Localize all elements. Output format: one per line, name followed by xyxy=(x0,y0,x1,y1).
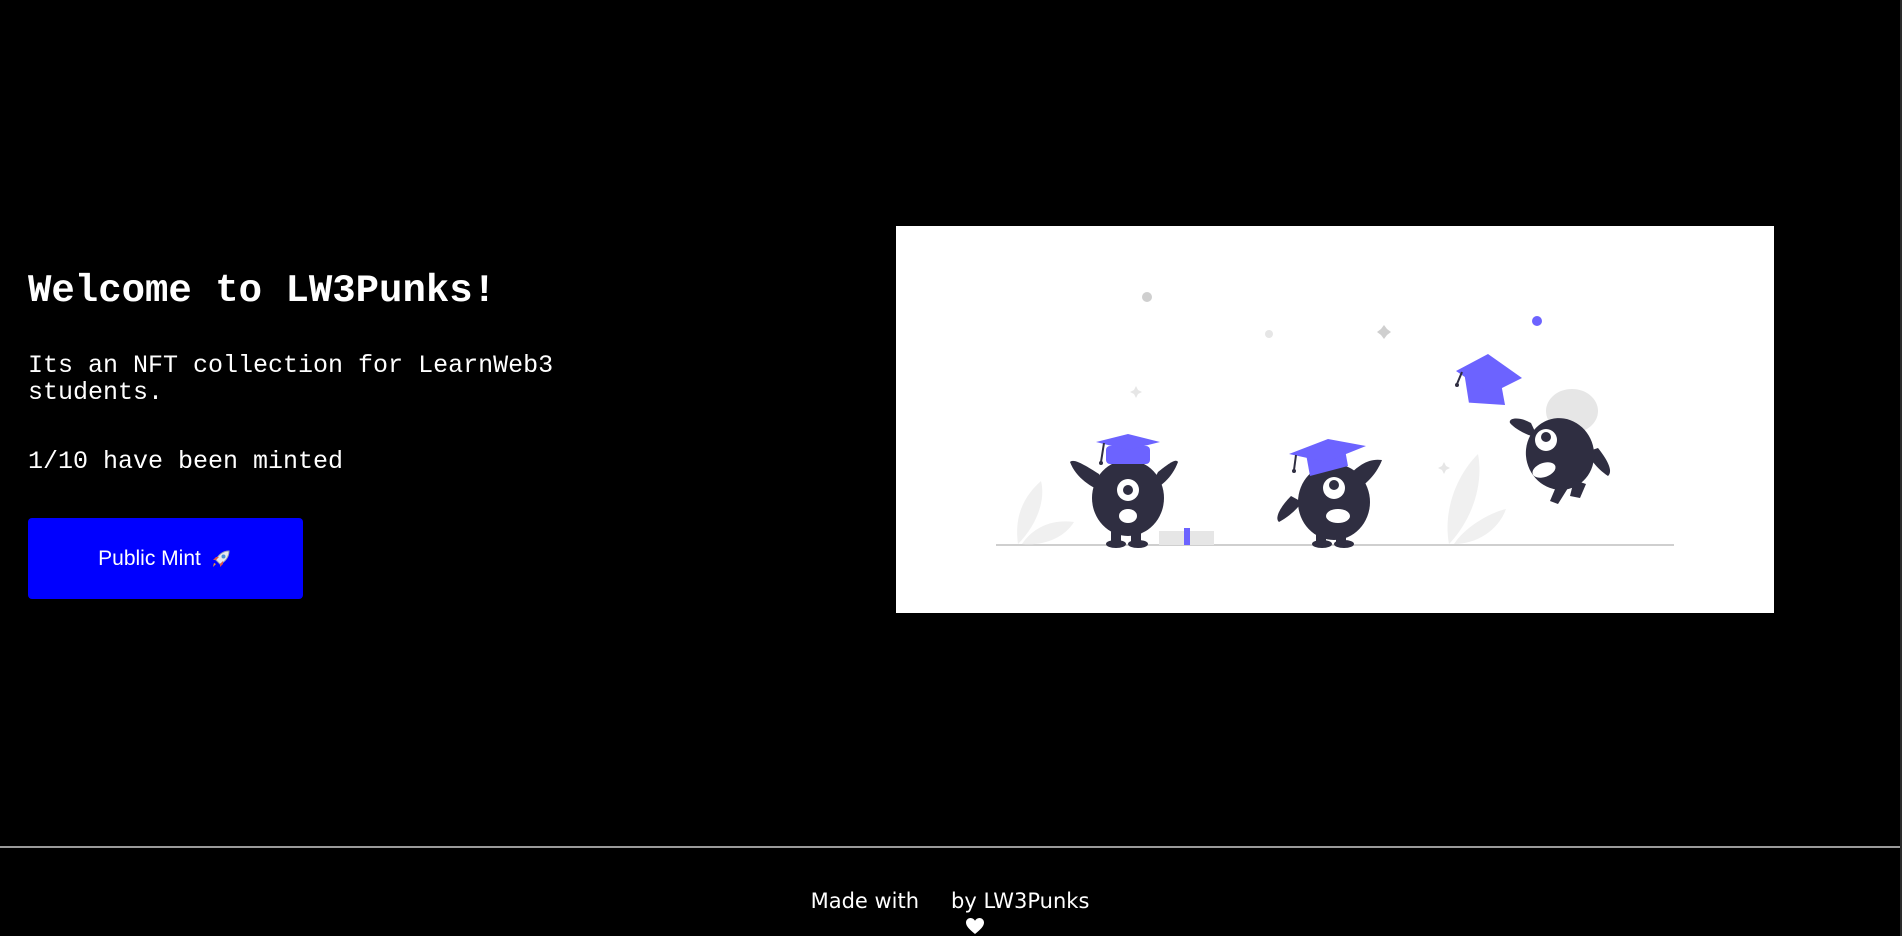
footer-prefix: Made with xyxy=(810,889,920,913)
main-section: Welcome to LW3Punks! Its an NFT collecti… xyxy=(0,0,1900,846)
heart-icon xyxy=(925,892,985,934)
minted-count: 1/10 have been minted xyxy=(28,447,344,476)
page-title: Welcome to LW3Punks! xyxy=(28,269,497,313)
page: Welcome to LW3Punks! Its an NFT collecti… xyxy=(0,0,1902,936)
footer-suffix: by LW3Punks xyxy=(951,889,1090,913)
graduation-creatures-illustration xyxy=(996,292,1674,548)
public-mint-label: Public Mint xyxy=(98,546,201,570)
hero-illustration xyxy=(896,226,1774,613)
public-mint-button[interactable]: Public Mint xyxy=(28,518,303,599)
collection-description: Its an NFT collection for LearnWeb3 stud… xyxy=(28,351,554,407)
rocket-icon xyxy=(209,547,233,571)
hero-text: Welcome to LW3Punks! Its an NFT collecti… xyxy=(28,268,648,599)
footer: Made with by LW3Punks xyxy=(0,846,1900,936)
